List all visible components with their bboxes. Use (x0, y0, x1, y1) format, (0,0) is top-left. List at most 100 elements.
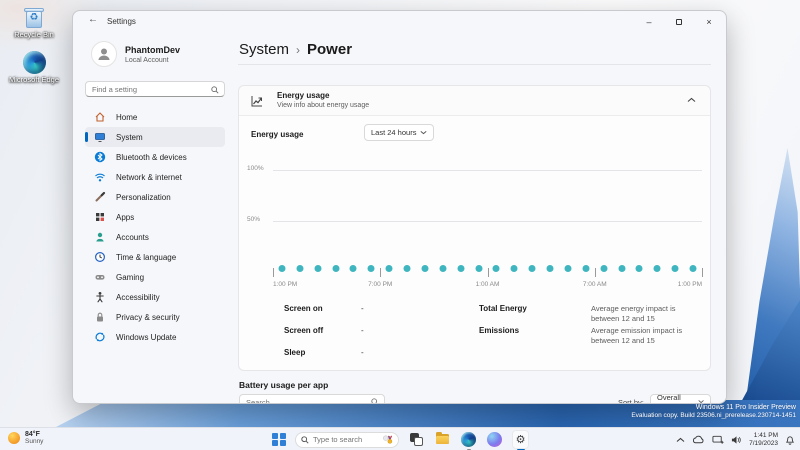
breadcrumb: System › Power (239, 41, 352, 58)
edge-taskbar-button[interactable] (460, 431, 477, 450)
clock[interactable]: 1:41 PM 7/19/2023 (749, 432, 778, 448)
copilot-button[interactable] (486, 431, 503, 448)
y-tick-100: 100% (247, 165, 264, 172)
tray-time: 1:41 PM (753, 431, 778, 439)
copilot-icon (487, 432, 502, 447)
chart-point (618, 265, 626, 273)
window-title: Settings (107, 17, 136, 26)
user-name: PhantomDev (125, 45, 181, 55)
chevron-up-icon[interactable] (687, 96, 696, 105)
chart-point (600, 265, 608, 273)
desktop-icon-edge[interactable]: Microsoft Edge (8, 51, 60, 85)
sidebar-item-time-language[interactable]: Time & language (85, 247, 225, 267)
task-view-button[interactable] (408, 431, 425, 448)
network-icon[interactable] (712, 435, 724, 445)
window-titlebar[interactable]: ← Settings – × (73, 11, 726, 33)
tray-chevron-up-icon[interactable] (676, 437, 685, 443)
chart-point (457, 265, 465, 273)
energy-usage-card: Energy usage View info about energy usag… (238, 85, 711, 371)
apps-grid-icon (94, 211, 106, 223)
bluetooth-icon (94, 151, 106, 163)
energy-usage-chart: 100% 50% 1:00 PM 7:00 PM 1:00 AM 7:00 AM… (247, 154, 705, 294)
accounts-person-icon (94, 231, 106, 243)
chevron-down-icon (420, 130, 427, 135)
x-tick-label: 7:00 AM (582, 281, 607, 288)
sidebar-item-apps[interactable]: Apps (85, 207, 225, 227)
taskbar-search-input[interactable] (313, 435, 378, 444)
chart-point (546, 265, 554, 273)
stat-screen-off-value: - (361, 326, 364, 335)
gridline-50 (273, 221, 702, 222)
breadcrumb-separator: › (296, 43, 301, 57)
chart-point (635, 265, 643, 273)
x-tick-mark (594, 268, 596, 277)
chart-point (296, 265, 304, 273)
stat-screen-on-label: Screen on (284, 304, 323, 313)
energy-usage-card-header[interactable]: Energy usage View info about energy usag… (239, 86, 710, 116)
stat-emissions-label: Emissions (479, 326, 520, 335)
taskbar-search-box[interactable] (295, 431, 399, 448)
sidebar-item-accessibility[interactable]: Accessibility (85, 287, 225, 307)
x-tick-mark (487, 268, 489, 277)
gamepad-icon (94, 271, 106, 283)
chart-point (403, 265, 411, 273)
x-tick-label: 7:00 PM (368, 281, 393, 288)
x-tick-label: 1:00 AM (475, 281, 500, 288)
chart-point (653, 265, 661, 273)
chart-point (510, 265, 518, 273)
stat-screen-on-value: - (361, 304, 364, 313)
chart-point (582, 265, 590, 273)
sidebar-item-windows-update[interactable]: Windows Update (85, 327, 225, 347)
settings-taskbar-button[interactable]: ⚙ (512, 430, 529, 450)
widgets-weather-button[interactable]: 84°F Sunny (8, 431, 43, 445)
chart-point (332, 265, 340, 273)
chart-point (314, 265, 322, 273)
clock-icon (94, 251, 106, 263)
notification-bell-icon[interactable] (785, 434, 795, 445)
settings-search-box[interactable] (85, 81, 225, 97)
sidebar-item-gaming[interactable]: Gaming (85, 267, 225, 287)
back-icon[interactable]: ← (85, 14, 101, 25)
user-account-type: Local Account (125, 57, 169, 64)
battery-search-box[interactable] (239, 394, 385, 403)
desktop-icon-recycle-bin[interactable]: ♻ Recycle Bin (8, 7, 60, 40)
sidebar-item-personalization[interactable]: Personalization (85, 187, 225, 207)
card-title: Energy usage (277, 91, 330, 100)
desktop-icon-label: Microsoft Edge (8, 75, 60, 84)
avatar[interactable] (91, 41, 117, 67)
desktop-icon-label: Recycle Bin (14, 30, 54, 39)
x-tick-label: 1:00 PM (677, 281, 702, 288)
sidebar-item-network-internet[interactable]: Network & internet (85, 167, 225, 187)
page-title: Power (307, 41, 353, 58)
minimize-button[interactable]: – (634, 11, 664, 33)
settings-search-input[interactable] (92, 83, 208, 96)
sidebar-item-privacy-security[interactable]: Privacy & security (85, 307, 225, 327)
sidebar-item-accounts[interactable]: Accounts (85, 227, 225, 247)
sidebar-item-bluetooth-devices[interactable]: Bluetooth & devices (85, 147, 225, 167)
file-explorer-button[interactable] (434, 431, 451, 448)
energy-chart-icon (250, 94, 264, 110)
onedrive-cloud-icon[interactable] (692, 435, 705, 444)
stat-total-energy-label: Total Energy (479, 304, 527, 313)
chart-point (492, 265, 500, 273)
chart-point (367, 265, 375, 273)
stat-sleep-label: Sleep (284, 348, 306, 357)
chart-point (689, 265, 697, 273)
volume-icon[interactable] (731, 435, 742, 445)
search-icon (371, 398, 378, 403)
desktop: ♻ Recycle Bin Microsoft Edge ← Settings … (0, 0, 800, 450)
chart-point (475, 265, 483, 273)
time-range-dropdown[interactable]: Last 24 hours (364, 124, 434, 141)
sidebar-item-home[interactable]: Home (85, 107, 225, 127)
breadcrumb-system[interactable]: System (239, 41, 289, 58)
close-button[interactable]: × (694, 11, 724, 33)
sidebar-item-system[interactable]: System (85, 127, 225, 147)
battery-search-input[interactable] (246, 396, 366, 403)
search-icon (211, 85, 219, 94)
chart-point (278, 265, 286, 273)
maximize-button[interactable] (664, 11, 694, 33)
chart-point (439, 265, 447, 273)
start-button[interactable] (272, 432, 286, 447)
edge-icon (461, 432, 476, 447)
gear-icon: ⚙ (512, 430, 529, 449)
